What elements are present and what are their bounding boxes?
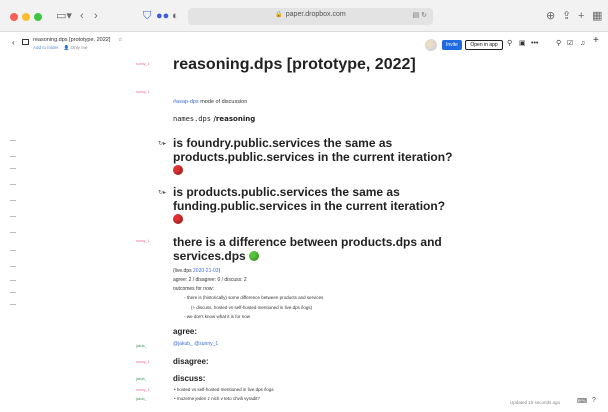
plus-icon[interactable]: + (578, 9, 584, 23)
outline-marker[interactable] (10, 292, 16, 293)
question-2[interactable]: is products.public.services the same as … (173, 185, 473, 227)
add-to-folder-link[interactable]: Add to folder (33, 45, 59, 50)
votes-line[interactable]: agree: 2 / disagree: 0 / discuss: 2 (173, 277, 247, 283)
live-date-link[interactable]: 2020-21-03 (193, 268, 219, 274)
open-in-app-button[interactable]: Open in app (465, 40, 503, 50)
privacy-icon[interactable]: ◐ (172, 9, 179, 23)
red-circle-icon (173, 214, 183, 224)
star-icon[interactable]: ☆ (118, 35, 122, 45)
outline-marker[interactable] (10, 184, 16, 185)
back-arrow-icon[interactable]: ‹ (12, 38, 15, 47)
more-icon[interactable]: ••• (531, 39, 538, 49)
help-icon[interactable]: ? (592, 397, 596, 404)
translate-icon[interactable]: ▤ ↻ (413, 11, 427, 19)
doc-title: reasoning.dps [prototype, 2022] (33, 37, 111, 43)
gutter-author: jakub_ (136, 377, 147, 381)
live-line[interactable]: (live.dps 2020-21-03) (173, 268, 220, 274)
list-item[interactable]: ◦ we don't know what it is for now (184, 314, 250, 319)
download-icon[interactable]: ⊕ (546, 9, 555, 23)
doc-meta: Add to folder 👤 Only me (33, 45, 87, 51)
hashtag-link[interactable]: #asap-dps (173, 99, 199, 105)
agree-heading[interactable]: agree: (173, 327, 197, 336)
red-circle-icon (173, 165, 183, 175)
discuss-heading[interactable]: discuss: (173, 374, 205, 383)
toggle-sidebar-icon[interactable] (22, 39, 29, 45)
maximize-window-button[interactable] (34, 13, 42, 21)
outline-marker[interactable] (10, 200, 16, 201)
gutter-author: sunny_1 (136, 360, 150, 364)
share-icon[interactable]: ⇪ (562, 9, 571, 23)
sidebar-icon[interactable]: ▭▾ (56, 9, 72, 23)
search-icon[interactable]: ⚲ (556, 39, 561, 49)
green-circle-icon (249, 251, 260, 261)
tagline[interactable]: #asap-dps mode of discussion (173, 99, 247, 105)
collapse-handle-icon[interactable]: ↻▸ (158, 189, 166, 196)
create-plus-icon[interactable]: + (593, 36, 599, 46)
avatar[interactable] (425, 39, 437, 51)
address-bar[interactable]: 🔒 paper.dropbox.com ▤ ↻ (188, 8, 433, 25)
gutter-author: jakub_ (136, 397, 147, 401)
gutter-author: jakub_ (136, 344, 147, 348)
keyboard-icon[interactable]: ⌨ (577, 397, 587, 405)
updated-status: Updated 10 seconds ago (510, 400, 561, 405)
gutter-author: sunny_1 (136, 62, 150, 66)
gutter-author: sunny_1 (136, 90, 150, 94)
gutter-author: sunny_1 (136, 239, 150, 243)
collapse-handle-icon[interactable]: ↻▸ (158, 140, 166, 147)
chevron-left-icon[interactable]: ‹ (80, 9, 84, 23)
agree-mentions[interactable]: @jakub_ @sunny_1 (173, 341, 218, 347)
invite-button[interactable]: Invite (442, 40, 462, 50)
outline-marker[interactable] (10, 250, 16, 251)
outline-marker[interactable] (10, 232, 16, 233)
outline-marker[interactable] (10, 156, 16, 157)
checklist-icon[interactable]: ☑ (567, 39, 573, 49)
extensions-icon[interactable]: ●● (156, 9, 169, 23)
shield-icon[interactable]: ⛉ (143, 9, 151, 23)
list-item[interactable]: (+ discuss, hosted vs self-hosted mentio… (191, 305, 312, 310)
gutter-author: sunny_1 (136, 388, 150, 392)
lock-icon: 🔒 (275, 12, 283, 18)
disagree-heading[interactable]: disagree: (173, 357, 209, 366)
tab-overview-icon[interactable]: ▦ (592, 9, 602, 23)
chevron-right-icon[interactable]: › (94, 9, 98, 23)
url-text: paper.dropbox.com (285, 11, 346, 18)
outline-marker[interactable] (10, 304, 16, 305)
minimize-window-button[interactable] (22, 13, 30, 21)
link-icon[interactable]: ⚲ (507, 39, 512, 49)
browser-toolbar: ▭▾ ‹ › ⛉ ●● ◐ 🔒 paper.dropbox.com ▤ ↻ ⊕ ⇪… (0, 0, 608, 32)
question-1[interactable]: is foundry.public.services the same as p… (173, 136, 473, 178)
close-window-button[interactable] (10, 13, 18, 21)
document-title[interactable]: reasoning.dps [prototype, 2022] (173, 56, 416, 74)
names-line[interactable]: names.dps /reasoning (173, 115, 255, 123)
outline-marker[interactable] (10, 280, 16, 281)
outline-marker[interactable] (10, 140, 16, 141)
outcomes-label[interactable]: outcomes for now: (173, 286, 214, 292)
list-item[interactable]: • hosted vs self-hosted mentioned in liv… (174, 387, 274, 392)
list-item[interactable]: • muzeme jeden z nich v teto chvili vyra… (174, 396, 260, 401)
outline-marker[interactable] (10, 266, 16, 267)
present-icon[interactable]: ▣ (519, 39, 526, 49)
outline-marker[interactable] (10, 168, 16, 169)
visibility-label[interactable]: 👤 Only me (64, 45, 88, 50)
difference-heading[interactable]: there is a difference between products.d… (173, 235, 453, 263)
bell-icon[interactable]: ♫ (580, 39, 585, 49)
list-item[interactable]: ◦ there is (historically) some differenc… (184, 295, 323, 300)
outline-marker[interactable] (10, 216, 16, 217)
